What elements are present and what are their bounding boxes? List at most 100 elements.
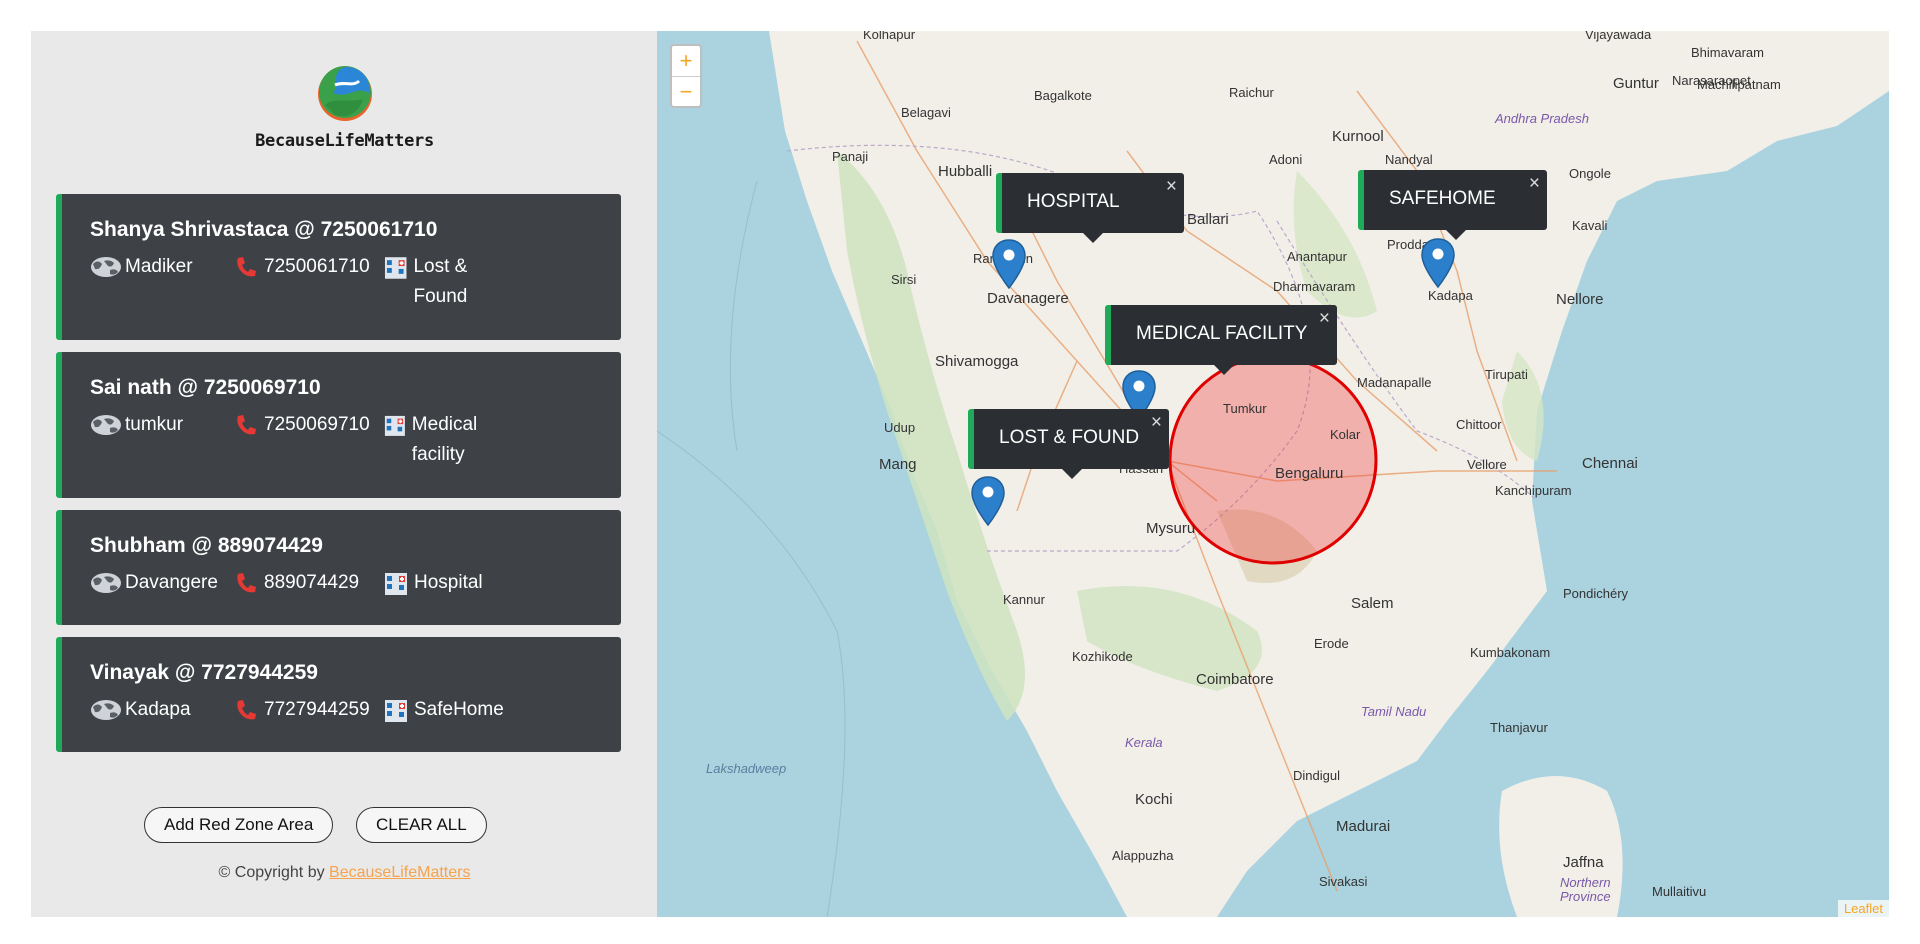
- report-category: Lost & Found: [384, 252, 524, 312]
- map-label: Kolhapur: [863, 31, 916, 42]
- map-label: Nandyal: [1385, 152, 1433, 167]
- map-label: Bagalkote: [1034, 88, 1092, 103]
- report-details: tumkur 7250069710 Medical facility: [90, 410, 593, 470]
- report-phone: 7250069710: [234, 410, 384, 470]
- map-attribution[interactable]: Leaflet: [1837, 900, 1889, 917]
- brand-name: BecauseLifeMatters: [255, 131, 434, 151]
- map-label: Dharmavaram: [1273, 279, 1356, 294]
- popup-close-button[interactable]: ×: [1319, 308, 1330, 330]
- map-label: Hubballi: [938, 163, 993, 180]
- report-category: Medical facility: [384, 410, 524, 470]
- map-pin-icon[interactable]: [992, 239, 1026, 289]
- report-category-text: Medical facility: [411, 414, 478, 465]
- map-label: Mang: [879, 456, 917, 473]
- globe-icon: [91, 257, 121, 277]
- report-phone-text: 7250069710: [264, 414, 370, 435]
- map-label: Lakshadweep: [706, 761, 787, 776]
- report-card[interactable]: Shubham @ 889074429 Davangere 889074429 …: [56, 510, 621, 625]
- marker-popup-medical-facility: MEDICAL FACILITY ×: [1105, 305, 1337, 375]
- report-details: Kadapa 7727944259 SafeHome: [90, 695, 593, 725]
- report-location: tumkur: [90, 410, 234, 470]
- report-category-text: Lost & Found: [413, 256, 468, 307]
- building-icon: [385, 700, 407, 722]
- report-card[interactable]: Sai nath @ 7250069710 tumkur 7250069710 …: [56, 352, 621, 498]
- map-label: Kurnool: [1332, 128, 1384, 145]
- report-location-text: Kadapa: [125, 699, 191, 720]
- map-label: Vijayawada: [1585, 31, 1652, 42]
- report-location-text: Madiker: [125, 256, 193, 277]
- phone-icon: [237, 415, 256, 435]
- report-card[interactable]: Shanya Shrivastaca @ 7250061710 Madiker …: [56, 194, 621, 340]
- clear-all-button[interactable]: CLEAR ALL: [356, 807, 487, 843]
- map-label: Sirsi: [891, 272, 917, 287]
- map-label: Bhimavaram: [1691, 45, 1764, 60]
- sidebar: BecauseLifeMatters Shanya Shrivastaca @ …: [31, 31, 658, 917]
- map-label: Kadapa: [1428, 288, 1473, 303]
- popup-close-button[interactable]: ×: [1529, 173, 1540, 195]
- map-label: Kavali: [1572, 218, 1608, 233]
- zoom-out-button[interactable]: −: [672, 76, 700, 106]
- marker-popup-lost-found: LOST & FOUND ×: [968, 409, 1169, 479]
- marker-popup-hospital: HOSPITAL ×: [996, 173, 1184, 243]
- map-label: Kanchipuram: [1495, 483, 1572, 498]
- popup-label: LOST & FOUND: [999, 427, 1140, 448]
- map-label: Kochi: [1135, 791, 1173, 808]
- logo-icon: [317, 66, 372, 121]
- report-category: SafeHome: [384, 695, 524, 725]
- copyright-text: © Copyright by: [218, 864, 325, 881]
- map-label: Raichur: [1229, 85, 1274, 100]
- copyright-link[interactable]: BecauseLifeMatters: [329, 864, 470, 881]
- map-label: Salem: [1351, 595, 1394, 612]
- popup-close-button[interactable]: ×: [1151, 412, 1162, 434]
- add-red-zone-button[interactable]: Add Red Zone Area: [144, 807, 334, 843]
- map-label: Nellore: [1556, 291, 1604, 308]
- map-label: Mysuru: [1146, 520, 1196, 537]
- map-pin-icon[interactable]: [1421, 238, 1455, 288]
- map-label: Madanapalle: [1357, 375, 1432, 390]
- map-pin-icon[interactable]: [971, 476, 1005, 526]
- report-location: Davangere: [90, 568, 234, 598]
- map-label: Anantapur: [1287, 249, 1347, 264]
- popup-close-button[interactable]: ×: [1166, 176, 1177, 198]
- report-title: Sai nath @ 7250069710: [90, 376, 321, 399]
- report-category-text: Hospital: [414, 572, 483, 593]
- zoom-control: + −: [670, 44, 702, 108]
- map-label: Ballari: [1187, 211, 1229, 228]
- map-label: Panaji: [832, 149, 869, 164]
- phone-icon: [237, 257, 256, 277]
- brand-logo: BecauseLifeMatters: [31, 63, 658, 151]
- popup-label: SAFEHOME: [1389, 188, 1496, 209]
- map-label: Madurai: [1336, 818, 1391, 835]
- map-label: Vellore: [1467, 457, 1507, 472]
- report-location-text: tumkur: [125, 414, 184, 435]
- popup-label: HOSPITAL: [1027, 191, 1120, 212]
- map-label: Shivamogga: [935, 353, 1019, 370]
- map-label: Andhra Pradesh: [1495, 111, 1589, 126]
- map-label: Machilipatnam: [1697, 77, 1781, 92]
- report-category-text: SafeHome: [414, 699, 504, 720]
- report-phone-text: 889074429: [264, 572, 360, 593]
- map-view[interactable]: Kolhapur Vijayawada Bhimavaram Bagalkote…: [657, 31, 1889, 917]
- map-label: Coimbatore: [1196, 671, 1274, 688]
- globe-icon: [91, 700, 121, 720]
- map-label: Ongole: [1569, 166, 1611, 181]
- map-label: Guntur: [1613, 75, 1659, 92]
- copyright-footer: © Copyright by BecauseLifeMatters: [31, 864, 658, 882]
- map-label: Kolar: [1330, 427, 1361, 442]
- map-label: Thanjavur: [1490, 720, 1548, 735]
- map-label: Alappuzha: [1112, 848, 1174, 863]
- report-details: Madiker 7250061710 Lost & Found: [90, 252, 593, 312]
- app-root: BecauseLifeMatters Shanya Shrivastaca @ …: [31, 31, 1889, 917]
- map-label: Mullaitivu: [1652, 884, 1707, 899]
- map-label: Adoni: [1269, 152, 1303, 167]
- zoom-in-button[interactable]: +: [672, 46, 700, 76]
- report-phone: 889074429: [234, 568, 384, 598]
- report-card[interactable]: Vinayak @ 7727944259 Kadapa 7727944259 S…: [56, 637, 621, 752]
- map-label: Jaffna: [1563, 854, 1604, 871]
- map-label: Bengaluru: [1275, 465, 1344, 482]
- marker-popup-safehome: SAFEHOME ×: [1358, 170, 1547, 240]
- map-label: Pondichéry: [1563, 586, 1629, 601]
- map-label: Kannur: [1003, 592, 1045, 607]
- report-location: Madiker: [90, 252, 234, 312]
- report-phone: 7727944259: [234, 695, 384, 725]
